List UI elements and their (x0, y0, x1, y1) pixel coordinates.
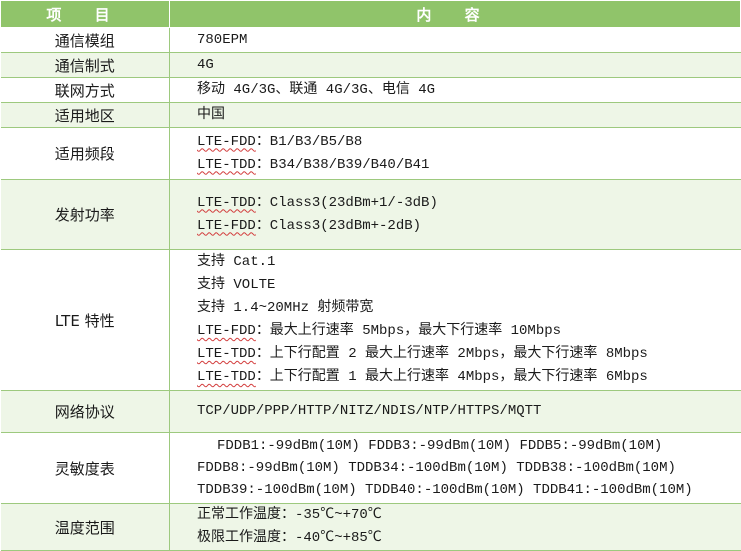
power-fdd-value: ：Class3(23dBm+-2dB) (255, 217, 422, 234)
row-lte-features: LTE 特性 支持 Cat.1 支持 VOLTE 支持 1.4~20MHz 射频… (0, 249, 741, 391)
row-key: 网络协议 (0, 390, 170, 433)
row-key: 温度范围 (0, 503, 170, 551)
sensitivity-line: TDDB39:-100dBm(10M) TDDB40:-100dBm(10M) … (197, 482, 693, 498)
row-value: 780EPM (169, 27, 741, 53)
row-value: FDDB1:-99dBm(10M) FDDB3:-99dBm(10M) FDDB… (169, 432, 741, 504)
lte-feature-line: 支持 1.4~20MHz 射频带宽 (197, 300, 374, 316)
lte-feature-line: 支持 VOLTE (197, 277, 276, 293)
row-key: LTE 特性 (0, 249, 170, 391)
row-value: 中国 (169, 102, 741, 128)
row-value: 移动 4G/3G、联通 4G/3G、电信 4G (169, 77, 741, 103)
row-value: 正常工作温度：-35℃~+70℃ 极限工作温度：-40℃~+85℃ (169, 503, 741, 551)
lte-fdd-rate: ：最大上行速率 5Mbps，最大下行速率 10Mbps (255, 323, 562, 339)
row-value: 支持 Cat.1 支持 VOLTE 支持 1.4~20MHz 射频带宽 LTE-… (169, 249, 741, 391)
lte-tdd-label: LTE-TDD (197, 194, 256, 211)
row-value: 4G (169, 52, 741, 78)
lte-tdd-config1-rate: ：上下行配置 1 最大上行速率 4Mbps，最大下行速率 6Mbps (255, 369, 648, 385)
lte-tdd-label: LTE-TDD (197, 369, 256, 385)
row-key: 通信模组 (0, 27, 170, 53)
lte-fdd-label: LTE-FDD (197, 217, 256, 234)
row-power: 发射功率 LTE-TDD：Class3(23dBm+1/-3dB) LTE-FD… (0, 179, 741, 250)
bands-fdd-value: ：B1/B3/B5/B8 (255, 133, 363, 150)
spec-table: 项 目 内 容 通信模组 780EPM 通信制式 4G 联网方式 移动 4G/3… (0, 0, 741, 551)
row-value: LTE-TDD：Class3(23dBm+1/-3dB) LTE-FDD：Cla… (169, 179, 741, 250)
temperature-normal: 正常工作温度：-35℃~+70℃ (197, 507, 382, 523)
lte-fdd-label: LTE-FDD (197, 133, 256, 150)
row-bands: 适用频段 LTE-FDD：B1/B3/B5/B8 LTE-TDD：B34/B38… (0, 127, 741, 180)
lte-tdd-label: LTE-TDD (197, 156, 256, 173)
row-value: LTE-FDD：B1/B3/B5/B8 LTE-TDD：B34/B38/B39/… (169, 127, 741, 180)
sensitivity-line: FDDB8:-99dBm(10M) TDDB34:-100dBm(10M) TD… (197, 460, 676, 476)
row-protocol: 网络协议 TCP/UDP/PPP/HTTP/NITZ/NDIS/NTP/HTTP… (0, 390, 741, 433)
row-region: 适用地区 中国 (0, 102, 741, 128)
row-key: 适用频段 (0, 127, 170, 180)
lte-feature-line: 支持 Cat.1 (197, 254, 276, 270)
header-content: 内 容 (169, 0, 741, 28)
row-module: 通信模组 780EPM (0, 27, 741, 53)
row-value: TCP/UDP/PPP/HTTP/NITZ/NDIS/NTP/HTTPS/MQT… (169, 390, 741, 433)
row-key: 发射功率 (0, 179, 170, 250)
sensitivity-line: FDDB1:-99dBm(10M) FDDB3:-99dBm(10M) FDDB… (217, 438, 663, 454)
row-temperature: 温度范围 正常工作温度：-35℃~+70℃ 极限工作温度：-40℃~+85℃ (0, 503, 741, 551)
lte-tdd-label: LTE-TDD (197, 346, 256, 362)
header-row: 项 目 内 容 (0, 0, 741, 28)
lte-fdd-label: LTE-FDD (197, 323, 256, 339)
row-key: 联网方式 (0, 77, 170, 103)
row-network: 联网方式 移动 4G/3G、联通 4G/3G、电信 4G (0, 77, 741, 103)
row-key: 适用地区 (0, 102, 170, 128)
row-key: 灵敏度表 (0, 432, 170, 504)
row-standard: 通信制式 4G (0, 52, 741, 78)
lte-tdd-config2-rate: ：上下行配置 2 最大上行速率 2Mbps，最大下行速率 8Mbps (255, 346, 648, 362)
header-item: 项 目 (0, 0, 170, 28)
power-tdd-value: ：Class3(23dBm+1/-3dB) (255, 194, 438, 211)
row-key: 通信制式 (0, 52, 170, 78)
bands-tdd-value: ：B34/B38/B39/B40/B41 (255, 156, 430, 173)
row-sensitivity: 灵敏度表 FDDB1:-99dBm(10M) FDDB3:-99dBm(10M)… (0, 432, 741, 504)
